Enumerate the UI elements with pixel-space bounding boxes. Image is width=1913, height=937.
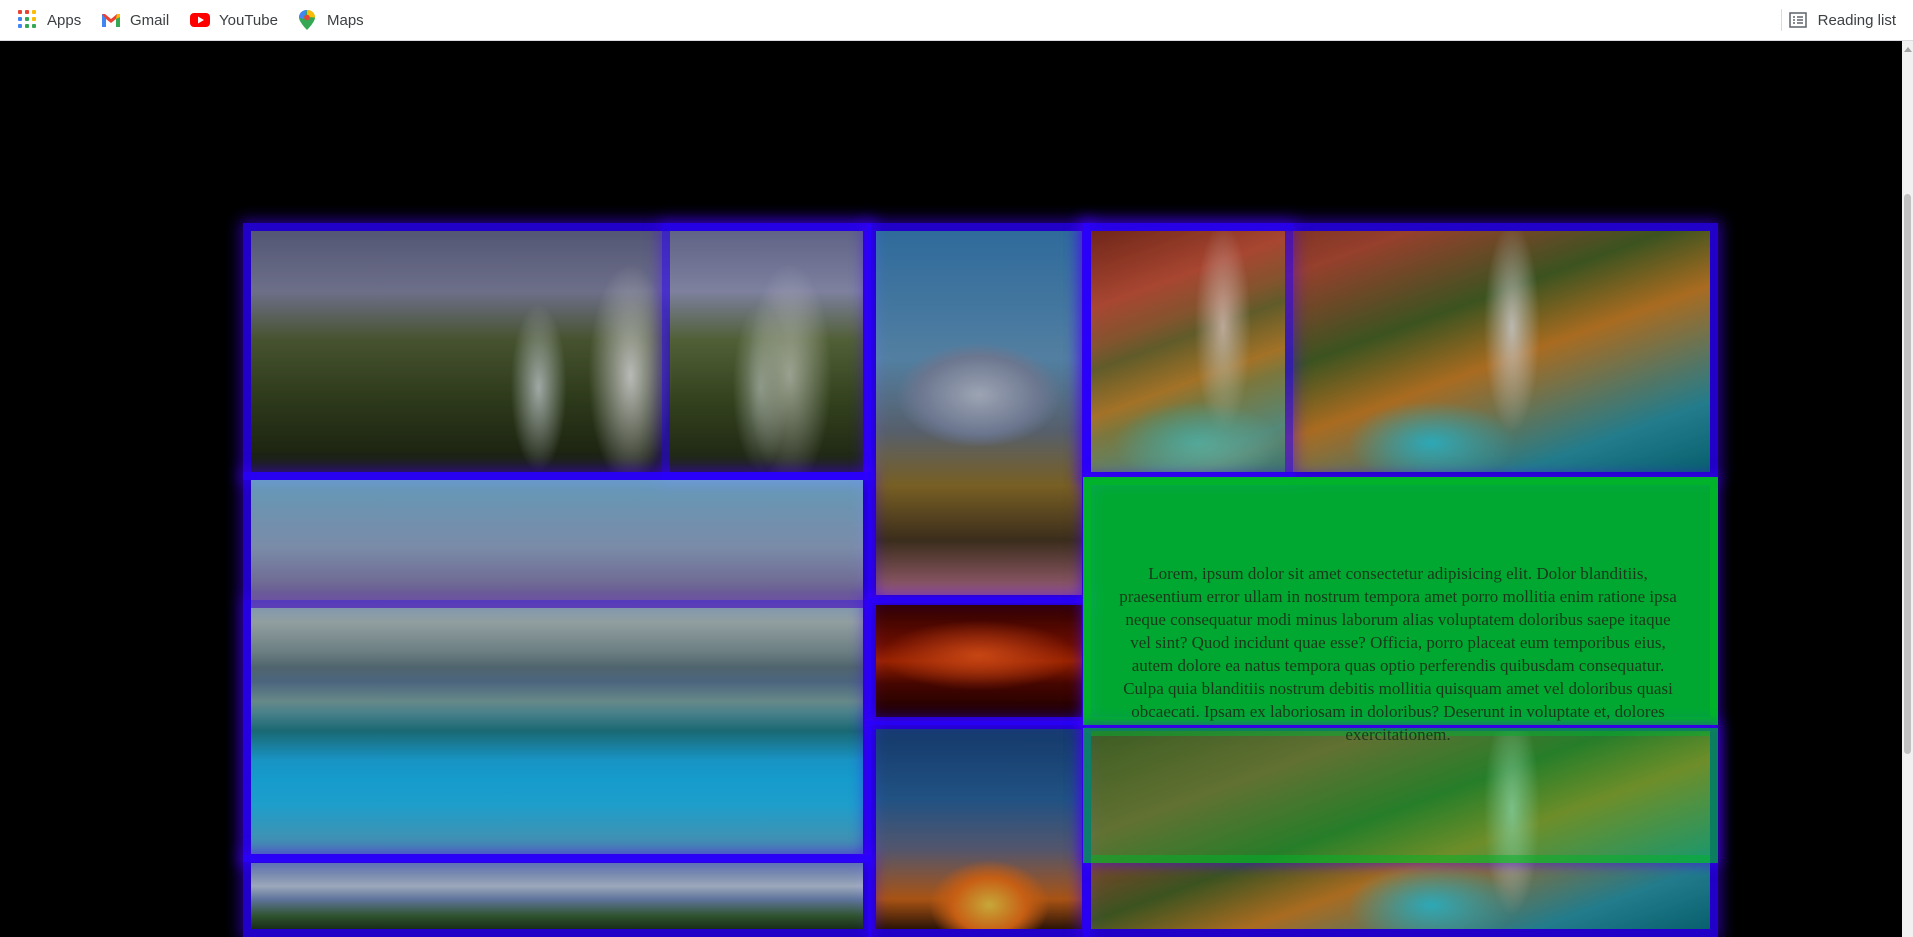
- gallery-image-canyon-overlap: [1083, 223, 1293, 480]
- gallery-image-waterfall-overlap: [662, 223, 871, 480]
- page-scrollbar[interactable]: [1902, 41, 1913, 937]
- bookmark-apps[interactable]: Apps: [18, 0, 81, 40]
- bookmark-maps[interactable]: Maps: [298, 0, 364, 40]
- gallery-image-lake-overlap: [243, 600, 871, 862]
- reading-list-icon: [1788, 10, 1809, 30]
- bookmark-label: Apps: [47, 11, 82, 29]
- gallery-image-red-sea-sunset: [868, 597, 1090, 725]
- bookmarks-divider: [1781, 9, 1782, 31]
- bookmark-label: YouTube: [219, 11, 278, 29]
- maps-icon: [298, 10, 318, 30]
- gmail-icon: [101, 10, 121, 30]
- bookmark-label: Gmail: [130, 11, 170, 29]
- gallery-image-snowy-peaks: [243, 855, 871, 937]
- youtube-icon: [190, 10, 210, 30]
- scroll-up-arrow-icon[interactable]: [1904, 47, 1912, 52]
- lorem-paragraph: Lorem, ipsum dolor sit amet consectetur …: [1119, 564, 1677, 744]
- gallery-image-mountain-reflection: [868, 223, 1090, 603]
- apps-grid-icon: [18, 10, 38, 30]
- reading-list-label: Reading list: [1817, 11, 1896, 29]
- bookmark-gmail[interactable]: Gmail: [101, 0, 169, 40]
- bookmarks-bar: Apps Gmail YouTube Maps Reading list: [0, 0, 1913, 41]
- reading-list-button[interactable]: Reading list: [1788, 0, 1896, 40]
- bookmark-youtube[interactable]: YouTube: [190, 0, 278, 40]
- scrollbar-thumb[interactable]: [1904, 194, 1911, 754]
- bookmark-label: Maps: [327, 11, 364, 29]
- gallery-image-cloud-sunset: [868, 721, 1090, 937]
